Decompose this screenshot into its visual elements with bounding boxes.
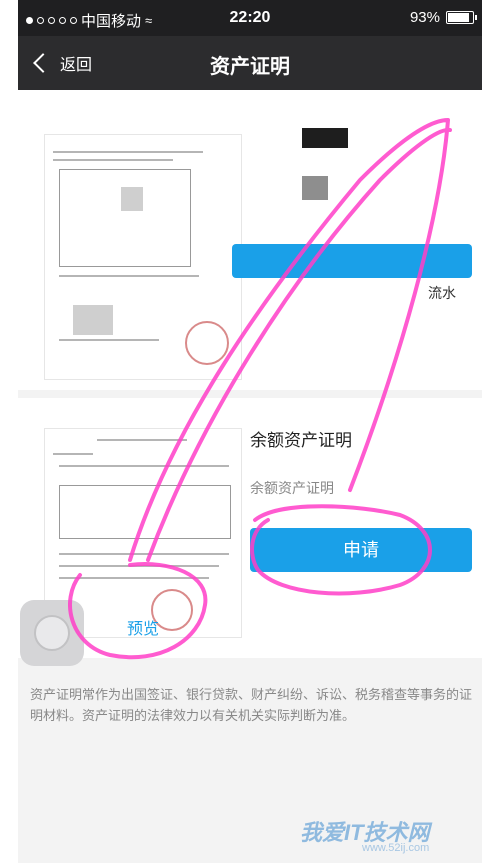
statement-title-partial: 流水 — [428, 285, 456, 301]
battery-percent: 93% — [409, 9, 440, 26]
battery-status: 93% — [409, 9, 477, 26]
redacted-block — [302, 176, 328, 200]
statement-document-thumbnail[interactable] — [44, 134, 242, 380]
statement-card: 流水 — [18, 90, 482, 390]
battery-icon — [446, 11, 477, 24]
assistive-touch-icon — [34, 615, 70, 651]
redacted-block — [302, 128, 348, 148]
navigation-bar: 返回 资产证明 — [18, 36, 482, 90]
statement-apply-button[interactable] — [232, 244, 472, 278]
assistive-touch-button[interactable] — [20, 600, 84, 666]
balance-certificate-subtitle: 余额资产证明 — [250, 480, 334, 496]
preview-link[interactable]: 预览 — [127, 615, 159, 639]
watermark-url: www.52ij.com — [362, 842, 430, 854]
page-title: 资产证明 — [210, 56, 290, 78]
status-bar: 中国移动 ≈ 22:20 93% — [18, 0, 482, 36]
footnote-text: 资产证明常作为出国签证、银行贷款、财产纠纷、诉讼、税务稽查等事务的证明材料。资产… — [30, 687, 473, 723]
balance-certificate-title: 余额资产证明 — [250, 431, 352, 450]
apply-button[interactable]: 申请 — [250, 528, 472, 572]
phone-screen: 中国移动 ≈ 22:20 93% 返回 资产证明 流水 余额资产证明 余额资产证… — [18, 0, 482, 863]
